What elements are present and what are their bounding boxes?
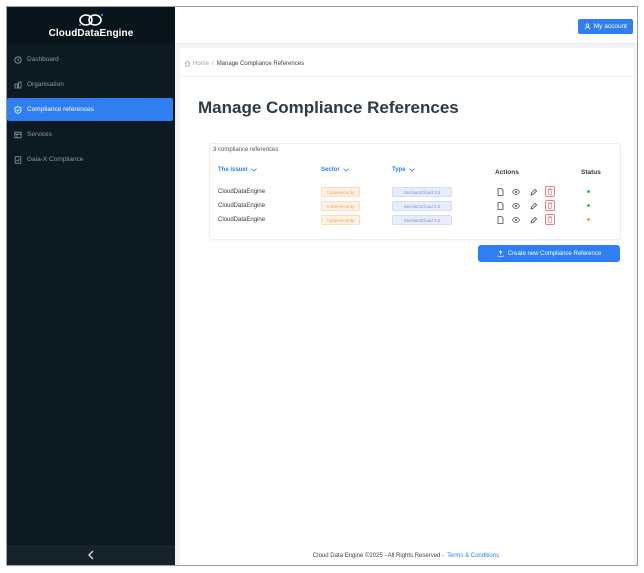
status-indicator: [587, 204, 590, 207]
footer: Cloud Data Engine ©2025 - All Rights Res…: [175, 547, 637, 565]
sector-badge: Cybersecurity: [321, 201, 360, 211]
trash-icon[interactable]: [545, 200, 555, 211]
issuer-cell: CloudDataEngine: [218, 203, 266, 209]
column-header-label: The issuer: [218, 167, 249, 173]
sidebar-item-label: Compliance references: [27, 106, 94, 113]
top-bar: My account: [175, 7, 637, 44]
breadcrumb-separator: /: [212, 60, 214, 67]
column-header-label: Sector: [321, 167, 340, 173]
sector-badge: Cybersecurity: [321, 187, 360, 197]
header-divider: [180, 76, 634, 77]
issuer-cell: CloudDataEngine: [218, 189, 266, 195]
document-check-icon: [13, 155, 23, 165]
sidebar-item-services[interactable]: Services: [7, 123, 173, 146]
table-row: CloudDataEngine Cybersecurity SecNumClou…: [210, 186, 620, 200]
document-icon[interactable]: [495, 200, 505, 211]
sector-badge: Cybersecurity: [321, 215, 360, 225]
breadcrumb: Home / Manage Compliance References: [184, 60, 304, 67]
sidebar: CloudDataEngine Dashboard Organisation C…: [7, 7, 175, 565]
sidebar-item-dashboard[interactable]: Dashboard: [7, 48, 173, 71]
eye-icon[interactable]: [511, 186, 521, 197]
create-button-label: Create new Compliance Reference: [507, 250, 602, 257]
status-indicator: [587, 218, 590, 221]
sidebar-nav: Dashboard Organisation Compliance refere…: [7, 48, 175, 171]
document-icon[interactable]: [495, 214, 505, 225]
breadcrumb-home[interactable]: Home: [193, 61, 209, 67]
user-icon: [584, 23, 591, 30]
type-badge: SecNumCloud 3.2: [392, 215, 452, 225]
eye-icon[interactable]: [511, 200, 521, 211]
services-icon: [13, 130, 23, 140]
brand-name: CloudDataEngine: [48, 27, 134, 39]
organisation-icon: [13, 80, 23, 90]
chevron-down-icon: [342, 168, 349, 172]
column-header-actions: Actions: [495, 169, 519, 176]
sidebar-item-label: Services: [27, 131, 52, 138]
my-account-label: My account: [593, 23, 627, 30]
document-icon[interactable]: [495, 186, 505, 197]
clock-icon: [13, 55, 23, 65]
pencil-icon[interactable]: [528, 200, 538, 211]
breadcrumb-current: Manage Compliance References: [216, 60, 305, 67]
sidebar-item-label: Dashboard: [27, 56, 59, 63]
sidebar-item-gaia-x-compliance[interactable]: Gaia-X Compliance: [7, 148, 173, 171]
trash-icon[interactable]: [545, 214, 555, 225]
compliance-references-table: 3 compliance references The issuer Secto…: [209, 143, 621, 240]
app-frame: CloudDataEngine Dashboard Organisation C…: [6, 6, 638, 566]
terms-link[interactable]: Terms & Conditions: [447, 553, 499, 559]
sidebar-item-organisation[interactable]: Organisation: [7, 73, 173, 96]
logo[interactable]: CloudDataEngine: [7, 7, 175, 44]
chevron-down-icon: [408, 168, 415, 172]
upload-icon: [497, 250, 504, 257]
create-compliance-reference-button[interactable]: Create new Compliance Reference: [478, 245, 620, 262]
sidebar-collapse-button[interactable]: [7, 545, 175, 565]
column-header-label: Type: [392, 167, 406, 173]
sidebar-item-compliance-references[interactable]: Compliance references: [7, 98, 173, 121]
chevron-down-icon: [251, 168, 257, 172]
home-icon: [184, 60, 191, 67]
main-content: Home / Manage Compliance References Mana…: [180, 48, 634, 565]
column-header-type[interactable]: Type: [392, 167, 415, 173]
table-row: CloudDataEngine Cybersecurity SecNumClou…: [210, 200, 620, 214]
type-badge: SecNumCloud 3.2: [392, 201, 452, 211]
my-account-button[interactable]: My account: [577, 19, 633, 34]
pencil-icon[interactable]: [528, 214, 538, 225]
shield-check-icon: [13, 105, 23, 115]
eye-icon[interactable]: [511, 214, 521, 225]
footer-copyright: Cloud Data Engine ©2025 - All Rights Res…: [312, 553, 445, 559]
logo-icon: [79, 13, 104, 26]
type-badge: SecNumCloud 3.2: [392, 187, 452, 197]
chevron-left-icon: [88, 550, 94, 560]
issuer-cell: CloudDataEngine: [218, 217, 266, 223]
page-title: Manage Compliance References: [198, 98, 459, 117]
sidebar-item-label: Organisation: [27, 81, 64, 88]
column-header-issuer[interactable]: The issuer: [218, 167, 257, 173]
trash-icon[interactable]: [545, 186, 555, 197]
column-header-sector[interactable]: Sector: [321, 167, 349, 173]
references-count: 3 compliance references: [213, 147, 279, 153]
status-indicator: [587, 190, 590, 193]
pencil-icon[interactable]: [528, 186, 538, 197]
sidebar-item-label: Gaia-X Compliance: [27, 156, 84, 163]
table-row: CloudDataEngine Cybersecurity SecNumClou…: [210, 214, 620, 228]
column-header-status: Status: [581, 169, 601, 176]
